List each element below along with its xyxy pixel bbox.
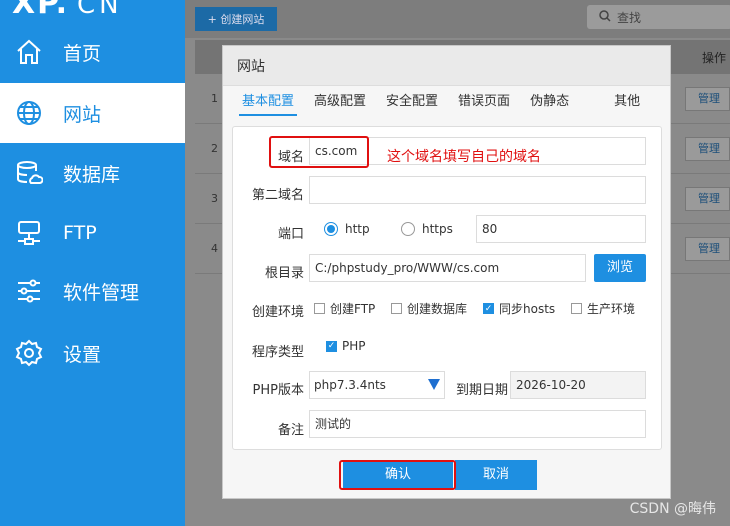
radio-http[interactable]: http xyxy=(324,222,370,236)
php-version-label: PHP版本 xyxy=(252,383,304,398)
sidebar-item-database[interactable]: 数据库 xyxy=(0,143,185,203)
port-label: 端口 xyxy=(277,227,304,242)
checkbox-create-database[interactable]: 创建数据库 xyxy=(391,300,467,317)
tab-other[interactable]: 其他 xyxy=(611,88,643,116)
checkbox-production[interactable]: 生产环境 xyxy=(571,300,635,317)
tab-error-pages[interactable]: 错误页面 xyxy=(455,88,513,116)
port-input[interactable]: 80 xyxy=(476,215,646,243)
env-label: 创建环境 xyxy=(251,305,304,320)
sidebar-item-software[interactable]: 软件管理 xyxy=(0,261,185,321)
second-domain-label: 第二域名 xyxy=(251,188,304,203)
home-icon xyxy=(15,38,43,66)
radio-https[interactable]: https xyxy=(401,222,453,236)
sidebar-item-label: 网站 xyxy=(63,103,102,126)
annotation-box xyxy=(339,460,456,490)
toolbar: + 创建网站 查找 xyxy=(185,0,730,38)
tab-rewrite[interactable]: 伪静态 xyxy=(527,88,572,116)
cancel-button[interactable]: 取消 xyxy=(455,460,537,490)
tab-security[interactable]: 安全配置 xyxy=(383,88,441,116)
sidebar-item-settings[interactable]: 设置 xyxy=(0,323,185,383)
sidebar-item-label: 设置 xyxy=(63,343,102,366)
tab-advanced[interactable]: 高级配置 xyxy=(311,88,369,116)
sliders-icon xyxy=(15,277,43,305)
globe-icon xyxy=(15,99,43,127)
second-domain-input[interactable] xyxy=(309,176,646,204)
sidebar-item-label: FTP xyxy=(63,222,97,244)
dialog-title: 网站 xyxy=(223,46,670,86)
sidebar-item-ftp[interactable]: FTP xyxy=(0,203,185,263)
database-icon xyxy=(15,159,43,187)
checkbox-sync-hosts[interactable]: ✓ 同步hosts xyxy=(483,300,555,317)
sidebar-item-label: 首页 xyxy=(63,42,102,65)
app-logo: XP. CN xyxy=(12,0,123,21)
manage-button[interactable]: 管理 xyxy=(685,187,730,211)
expire-date-label: 到期日期 xyxy=(455,383,508,398)
search-input[interactable]: 查找 xyxy=(587,5,730,29)
checkbox-indicator xyxy=(571,303,582,314)
checkmark-icon: ✓ xyxy=(326,340,337,352)
checkbox-indicator xyxy=(391,303,402,314)
php-version-select[interactable]: php7.3.4nts xyxy=(309,371,445,399)
search-icon xyxy=(599,10,611,25)
sidebar: XP. CN 首页 网站 数据库 FTP 软件管理 设置 xyxy=(0,0,185,526)
checkbox-indicator xyxy=(314,303,325,314)
column-header-actions: 操作 xyxy=(702,51,727,65)
expire-date-input[interactable]: 2026-10-20 xyxy=(510,371,646,399)
sidebar-item-label: 数据库 xyxy=(63,163,121,186)
tab-basic[interactable]: 基本配置 xyxy=(239,88,298,116)
sidebar-item-website[interactable]: 网站 xyxy=(0,83,185,143)
radio-http-indicator xyxy=(324,222,338,236)
browse-button[interactable]: 浏览 xyxy=(594,254,646,282)
program-type-label: 程序类型 xyxy=(251,345,304,360)
root-dir-input[interactable]: C:/phpstudy_pro/WWW/cs.com xyxy=(309,254,586,282)
sidebar-item-label: 软件管理 xyxy=(63,281,140,304)
radio-https-indicator xyxy=(401,222,415,236)
gear-icon xyxy=(15,339,43,367)
note-input[interactable]: 测试的 xyxy=(309,410,646,438)
form-panel xyxy=(232,126,662,450)
manage-button[interactable]: 管理 xyxy=(685,137,730,161)
sidebar-item-home[interactable]: 首页 xyxy=(0,22,185,82)
manage-button[interactable]: 管理 xyxy=(685,237,730,261)
server-icon xyxy=(15,219,43,247)
manage-button[interactable]: 管理 xyxy=(685,87,730,111)
annotation-box xyxy=(269,136,369,168)
checkbox-php[interactable]: ✓ PHP xyxy=(326,339,366,353)
annotation-text: 这个域名填写自己的域名 xyxy=(387,149,541,165)
note-label: 备注 xyxy=(277,423,304,438)
watermark: CSDN @晦伟 xyxy=(629,501,716,517)
create-website-button[interactable]: + 创建网站 xyxy=(195,7,277,31)
dialog-tabs: 基本配置 高级配置 安全配置 错误页面 伪静态 其他 xyxy=(239,88,657,116)
root-dir-label: 根目录 xyxy=(264,266,304,281)
checkbox-create-ftp[interactable]: 创建FTP xyxy=(314,300,375,317)
checkmark-icon: ✓ xyxy=(483,303,494,314)
